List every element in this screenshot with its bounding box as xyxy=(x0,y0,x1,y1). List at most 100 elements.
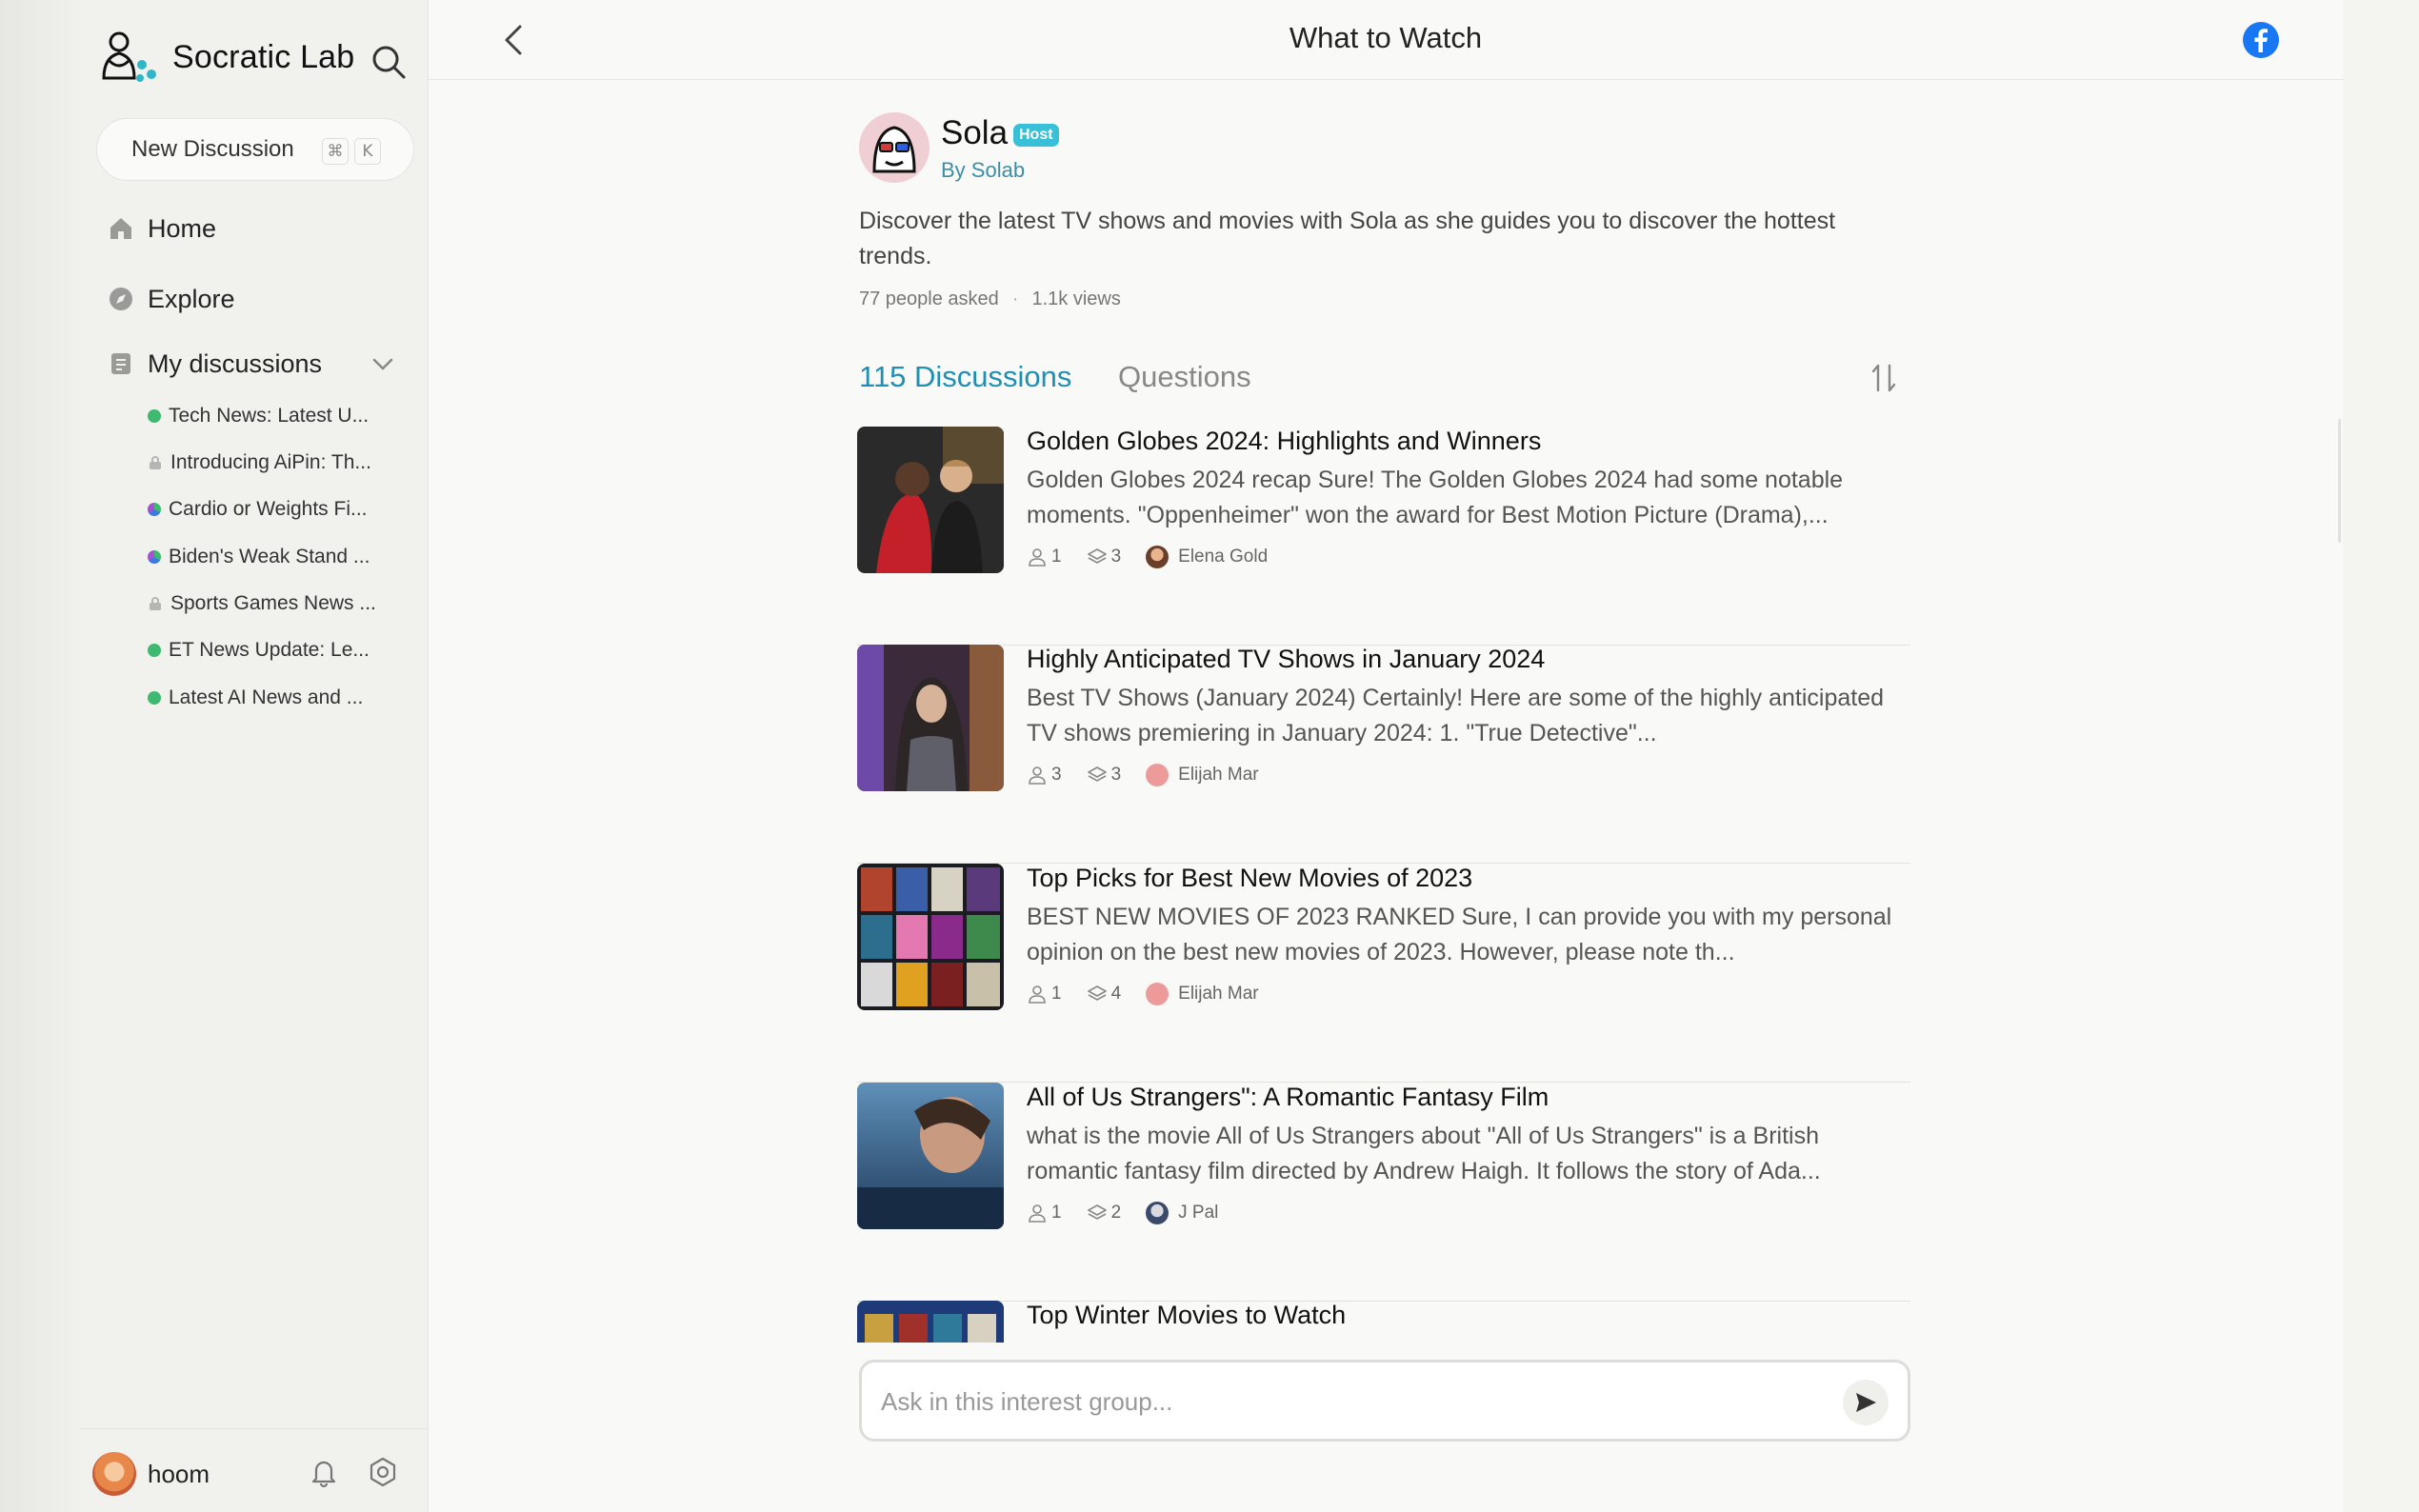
author-avatar xyxy=(1146,546,1170,568)
facebook-icon[interactable] xyxy=(2242,21,2280,59)
discussion-item[interactable]: Cardio or Weights Fi... xyxy=(148,493,395,526)
sidebar-footer: hoom xyxy=(79,1428,429,1512)
k-key: K xyxy=(354,138,381,165)
page-title: What to Watch xyxy=(1289,21,1483,54)
layers-icon xyxy=(1087,548,1107,564)
author-avatar xyxy=(1146,764,1170,786)
card-thumbnail xyxy=(857,864,1004,1010)
discussion-card[interactable]: Golden Globes 2024: Highlights and Winne… xyxy=(857,427,1910,646)
chevron-down-icon[interactable] xyxy=(370,350,396,377)
host-by[interactable]: By Solab xyxy=(941,158,1025,183)
nav-home[interactable]: Home xyxy=(108,208,216,249)
participant-count: 1 xyxy=(1051,547,1062,567)
socratic-lab-logo-icon xyxy=(102,31,156,82)
card-meta: 1 3 Elena Gold xyxy=(1027,545,1292,569)
send-button[interactable] xyxy=(1843,1380,1889,1425)
card-title[interactable]: All of Us Strangers": A Romantic Fantasy… xyxy=(1027,1083,1549,1112)
author-avatar xyxy=(1146,983,1170,1005)
person-icon xyxy=(1029,766,1046,785)
person-icon xyxy=(1029,548,1046,567)
sort-icon[interactable] xyxy=(1869,362,1899,394)
card-title[interactable]: Highly Anticipated TV Shows in January 2… xyxy=(1027,645,1545,674)
discussion-label: Latest AI News and ... xyxy=(169,686,364,708)
status-dot-icon xyxy=(148,691,161,705)
user-avatar[interactable] xyxy=(92,1452,136,1496)
card-excerpt: BEST NEW MOVIES OF 2023 RANKED Sure, I c… xyxy=(1027,904,1892,965)
person-icon xyxy=(1029,1204,1046,1223)
card-thumbnail xyxy=(857,1301,1004,1343)
card-excerpt: Best TV Shows (January 2024) Certainly! … xyxy=(1027,685,1884,746)
author-avatar xyxy=(1146,1202,1170,1224)
status-dot-icon xyxy=(148,644,161,657)
lock-icon xyxy=(150,456,161,469)
new-discussion-label: New Discussion xyxy=(131,136,294,162)
card-excerpt: Golden Globes 2024 recap Sure! The Golde… xyxy=(1027,467,1844,528)
lock-icon xyxy=(150,597,161,610)
card-meta: 1 4 Elijah Mar xyxy=(1027,982,1284,1006)
tab-discussions[interactable]: 115 Discussions xyxy=(859,360,1071,394)
discussion-item[interactable]: ET News Update: Le... xyxy=(148,634,395,666)
window-left-edge xyxy=(0,0,79,1512)
host-name[interactable]: Sola xyxy=(941,114,1008,152)
card-title[interactable]: Top Winter Movies to Watch xyxy=(1027,1301,1346,1330)
card-title[interactable]: Golden Globes 2024: Highlights and Winne… xyxy=(1027,427,1541,456)
author-name[interactable]: Elijah Mar xyxy=(1178,984,1258,1005)
discussion-label: Tech News: Latest U... xyxy=(169,405,370,427)
layer-count: 3 xyxy=(1110,547,1122,567)
gear-icon[interactable] xyxy=(367,1456,399,1488)
participant-count: 1 xyxy=(1051,1203,1062,1223)
participant-count: 1 xyxy=(1051,984,1062,1004)
discussion-item[interactable]: Latest AI News and ... xyxy=(148,682,395,714)
tab-questions[interactable]: Questions xyxy=(1118,360,1251,394)
host-avatar[interactable] xyxy=(859,112,930,183)
stats-separator: · xyxy=(1011,288,1019,309)
participant-count: 3 xyxy=(1051,765,1062,785)
card-title[interactable]: Top Picks for Best New Movies of 2023 xyxy=(1027,864,1472,893)
discussion-item[interactable]: Biden's Weak Stand ... xyxy=(148,541,395,573)
card-meta: 3 3 Elijah Mar xyxy=(1027,763,1284,787)
author-name[interactable]: Elena Gold xyxy=(1178,547,1268,567)
search-icon[interactable] xyxy=(370,43,408,81)
card-meta: 1 2 J Pal xyxy=(1027,1201,1243,1225)
person-icon xyxy=(1029,985,1046,1004)
status-dot-icon xyxy=(148,409,161,423)
layers-icon xyxy=(1087,1204,1107,1220)
discussion-card[interactable]: Highly Anticipated TV Shows in January 2… xyxy=(857,645,1910,864)
author-name[interactable]: Elijah Mar xyxy=(1178,765,1258,786)
username[interactable]: hoom xyxy=(148,1460,210,1489)
ask-input[interactable] xyxy=(881,1382,1814,1422)
author-name[interactable]: J Pal xyxy=(1178,1203,1218,1224)
layers-icon xyxy=(1087,985,1107,1001)
brand-name: Socratic Lab xyxy=(172,38,355,75)
brand[interactable]: Socratic Lab xyxy=(96,29,354,86)
layer-count: 3 xyxy=(1110,765,1122,785)
bell-icon[interactable] xyxy=(308,1456,340,1488)
discussion-label: Sports Games News ... xyxy=(170,592,376,614)
new-discussion-button[interactable]: New Discussion ⌘ K xyxy=(96,118,414,181)
discussion-card[interactable]: Top Picks for Best New Movies of 2023 BE… xyxy=(857,864,1910,1083)
card-excerpt: what is the movie All of Us Strangers ab… xyxy=(1027,1123,1821,1184)
discussion-item[interactable]: Tech News: Latest U... xyxy=(148,400,395,432)
discussion-card[interactable]: All of Us Strangers": A Romantic Fantasy… xyxy=(857,1083,1910,1302)
discussion-label: Introducing AiPin: Th... xyxy=(170,451,371,473)
status-dot-icon xyxy=(148,550,161,564)
main-content: What to Watch Sola Host By Solab Discove… xyxy=(429,0,2343,1512)
scrollbar[interactable] xyxy=(2338,419,2341,543)
ask-bar xyxy=(859,1360,1910,1442)
sola-avatar-icon xyxy=(859,112,930,183)
card-thumbnail xyxy=(857,1083,1004,1229)
card-thumbnail xyxy=(857,645,1004,791)
nav-my-discussions[interactable]: My discussions xyxy=(108,343,322,385)
send-icon xyxy=(1856,1393,1876,1412)
nav-explore[interactable]: Explore xyxy=(108,278,235,320)
nav-home-label: Home xyxy=(148,213,217,243)
discussion-item[interactable]: Introducing AiPin: Th... xyxy=(148,447,395,479)
nav-explore-label: Explore xyxy=(148,284,235,313)
nav-my-discussions-label: My discussions xyxy=(148,348,323,378)
discussion-label: ET News Update: Le... xyxy=(169,639,370,661)
discussion-item[interactable]: Sports Games News ... xyxy=(148,587,395,620)
compass-icon xyxy=(110,288,132,310)
discussion-card[interactable]: Top Winter Movies to Watch xyxy=(857,1301,1910,1343)
layer-count: 2 xyxy=(1110,1203,1122,1223)
home-icon xyxy=(110,218,131,239)
